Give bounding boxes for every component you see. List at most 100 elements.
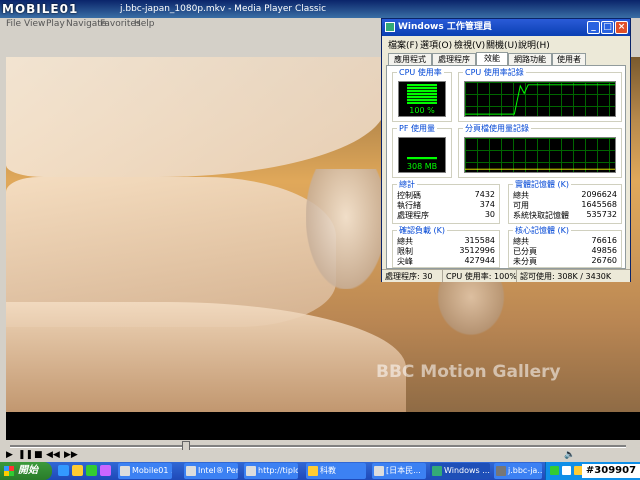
windows-flag-icon xyxy=(4,466,14,476)
tab-applications[interactable]: 應用程式 xyxy=(388,53,432,65)
pf-usage-value: 308 MB xyxy=(406,162,438,171)
tab-processes[interactable]: 處理程序 xyxy=(432,53,476,65)
media-icon[interactable] xyxy=(86,465,97,476)
task-manager-title-bar[interactable]: Windows 工作管理員 _ □ × xyxy=(382,19,630,36)
tray-network-icon[interactable] xyxy=(562,466,571,475)
mobile01-logo: MOBILE01 xyxy=(2,2,79,16)
snow-bank xyxy=(6,302,406,412)
kernel-total-row: 總共 76616 xyxy=(513,236,617,246)
row-value: 3512996 xyxy=(459,246,495,255)
taskbar: 開始 Mobile01 ... Intel® Pen... http://tip… xyxy=(0,462,640,480)
tab-performance[interactable]: 效能 xyxy=(476,52,508,65)
totals-label: 總計 xyxy=(397,179,417,190)
menu-help[interactable]: Help xyxy=(134,19,155,29)
cpu-usage-group: CPU 使用率 100 % xyxy=(392,67,452,122)
physical-total-row: 總共 2096624 xyxy=(513,190,617,200)
menu-play[interactable]: Play xyxy=(46,19,65,29)
cpu-history-graph xyxy=(464,81,616,117)
row-value: 49856 xyxy=(591,246,617,255)
row-value: 76616 xyxy=(591,236,617,245)
desktop-icon[interactable] xyxy=(100,465,111,476)
task-label: Intel® Pen... xyxy=(198,466,238,475)
totals-threads-row: 執行緒 374 xyxy=(397,200,495,210)
performance-panel: CPU 使用率 100 % CPU 使用率記錄 PF 使用量 308 MB 分頁… xyxy=(386,65,626,269)
task-japan[interactable]: [日本民... xyxy=(372,463,426,479)
menu-file[interactable]: 檔案(F) xyxy=(388,38,418,51)
cpu-history-group: CPU 使用率記錄 xyxy=(458,67,622,122)
playback-controls: ▶ ❚❚ ■ ◀◀ ▶▶ 🔈 xyxy=(4,450,640,462)
cpu-usage-meter: 100 % xyxy=(398,81,446,117)
close-button[interactable]: × xyxy=(615,21,628,34)
physical-available-row: 可用 1645568 xyxy=(513,200,617,210)
kernel-memory-group: 核心記憶體 (K) 總共 76616 已分頁 49856 未分頁 26760 xyxy=(508,225,622,268)
tab-users[interactable]: 使用者 xyxy=(552,53,586,65)
task-intel[interactable]: Intel® Pen... xyxy=(184,463,238,479)
row-value: 315584 xyxy=(464,236,495,245)
totals-handles-row: 控制碼 7432 xyxy=(397,190,495,200)
tab-networking[interactable]: 網路功能 xyxy=(508,53,552,65)
folder-icon[interactable] xyxy=(72,465,83,476)
menu-shutdown[interactable]: 關機(U) xyxy=(486,38,518,51)
post-id-badge: #309907 xyxy=(582,464,640,478)
cpu-usage-fill xyxy=(407,84,437,104)
task-label: [日本民... xyxy=(386,466,421,475)
tray-cpu-icon[interactable] xyxy=(550,466,559,475)
menu-view[interactable]: 檢視(V) xyxy=(454,38,485,51)
video-watermark: BBC Motion Gallery xyxy=(376,362,561,382)
task-windows-task-manager[interactable]: Windows ... xyxy=(430,463,490,479)
task-label: Mobile01 ... xyxy=(132,466,172,475)
forward-icon[interactable]: ▶▶ xyxy=(64,450,78,460)
media-player-title-bar[interactable]: MOBILE01 j.bbc-japan_1080p.mkv - Media P… xyxy=(0,0,640,18)
browser-icon xyxy=(246,466,256,476)
commit-peak-row: 尖峰 427944 xyxy=(397,256,495,266)
kernel-paged-row: 已分頁 49856 xyxy=(513,246,617,256)
task-http[interactable]: http://tiplo... xyxy=(244,463,298,479)
commit-total-row: 總共 315584 xyxy=(397,236,495,246)
menu-options[interactable]: 選項(O) xyxy=(420,38,452,51)
menu-file[interactable]: File xyxy=(6,19,21,29)
ie-icon[interactable] xyxy=(58,465,69,476)
rewind-icon[interactable]: ◀◀ xyxy=(46,450,60,460)
task-folder[interactable]: 科教 xyxy=(306,463,366,479)
cpu-usage-value: 100 % xyxy=(409,106,435,115)
task-manager-tabs: 應用程式 處理程序 效能 網路功能 使用者 xyxy=(388,52,624,65)
row-value: 1645568 xyxy=(581,200,617,209)
pf-usage-fill xyxy=(407,157,437,160)
browser-icon xyxy=(120,466,130,476)
physical-memory-group: 實體記憶體 (K) 總共 2096624 可用 1645568 系統快取記憶體 … xyxy=(508,179,622,224)
video-letterbox xyxy=(6,412,640,440)
browser-icon xyxy=(186,466,196,476)
pause-icon[interactable]: ❚❚ xyxy=(18,450,33,460)
media-player-title: j.bbc-japan_1080p.mkv - Media Player Cla… xyxy=(120,4,327,14)
menu-view[interactable]: View xyxy=(24,19,45,29)
row-key: 尖峰 xyxy=(397,257,413,266)
status-processes: 處理程序: 30 xyxy=(385,272,433,281)
stop-icon[interactable]: ■ xyxy=(34,450,43,460)
play-icon[interactable]: ▶ xyxy=(6,450,13,460)
crane-silhouette xyxy=(306,169,386,289)
menu-help[interactable]: 說明(H) xyxy=(518,38,550,51)
task-label: http://tiplo... xyxy=(258,466,298,475)
task-mobile01[interactable]: Mobile01 ... xyxy=(118,463,172,479)
commit-charge-group: 確認負載 (K) 總共 315584 限制 3512996 尖峰 427944 xyxy=(392,225,500,268)
row-value: 535732 xyxy=(586,210,617,219)
minimize-button[interactable]: _ xyxy=(587,21,600,34)
row-value: 26760 xyxy=(591,256,617,265)
cpu-history-line xyxy=(465,84,615,115)
pf-usage-label: PF 使用量 xyxy=(397,123,437,134)
row-key: 系統快取記憶體 xyxy=(513,211,569,220)
pf-history-graph xyxy=(464,137,616,173)
maximize-button[interactable]: □ xyxy=(601,21,614,34)
pf-usage-meter: 308 MB xyxy=(398,137,446,173)
kernel-nonpaged-row: 未分頁 26760 xyxy=(513,256,617,266)
volume-icon[interactable]: 🔈 xyxy=(564,450,575,460)
seek-track[interactable] xyxy=(10,445,626,448)
row-value: 30 xyxy=(484,210,495,219)
row-value: 374 xyxy=(479,200,495,209)
media-player-icon xyxy=(496,466,506,476)
task-media-player[interactable]: j.bbc-ja... xyxy=(494,463,542,479)
task-manager-title: Windows 工作管理員 xyxy=(398,22,492,32)
row-key: 處理程序 xyxy=(397,211,429,220)
row-value: 7432 xyxy=(474,190,495,199)
start-button[interactable]: 開始 xyxy=(0,462,52,480)
